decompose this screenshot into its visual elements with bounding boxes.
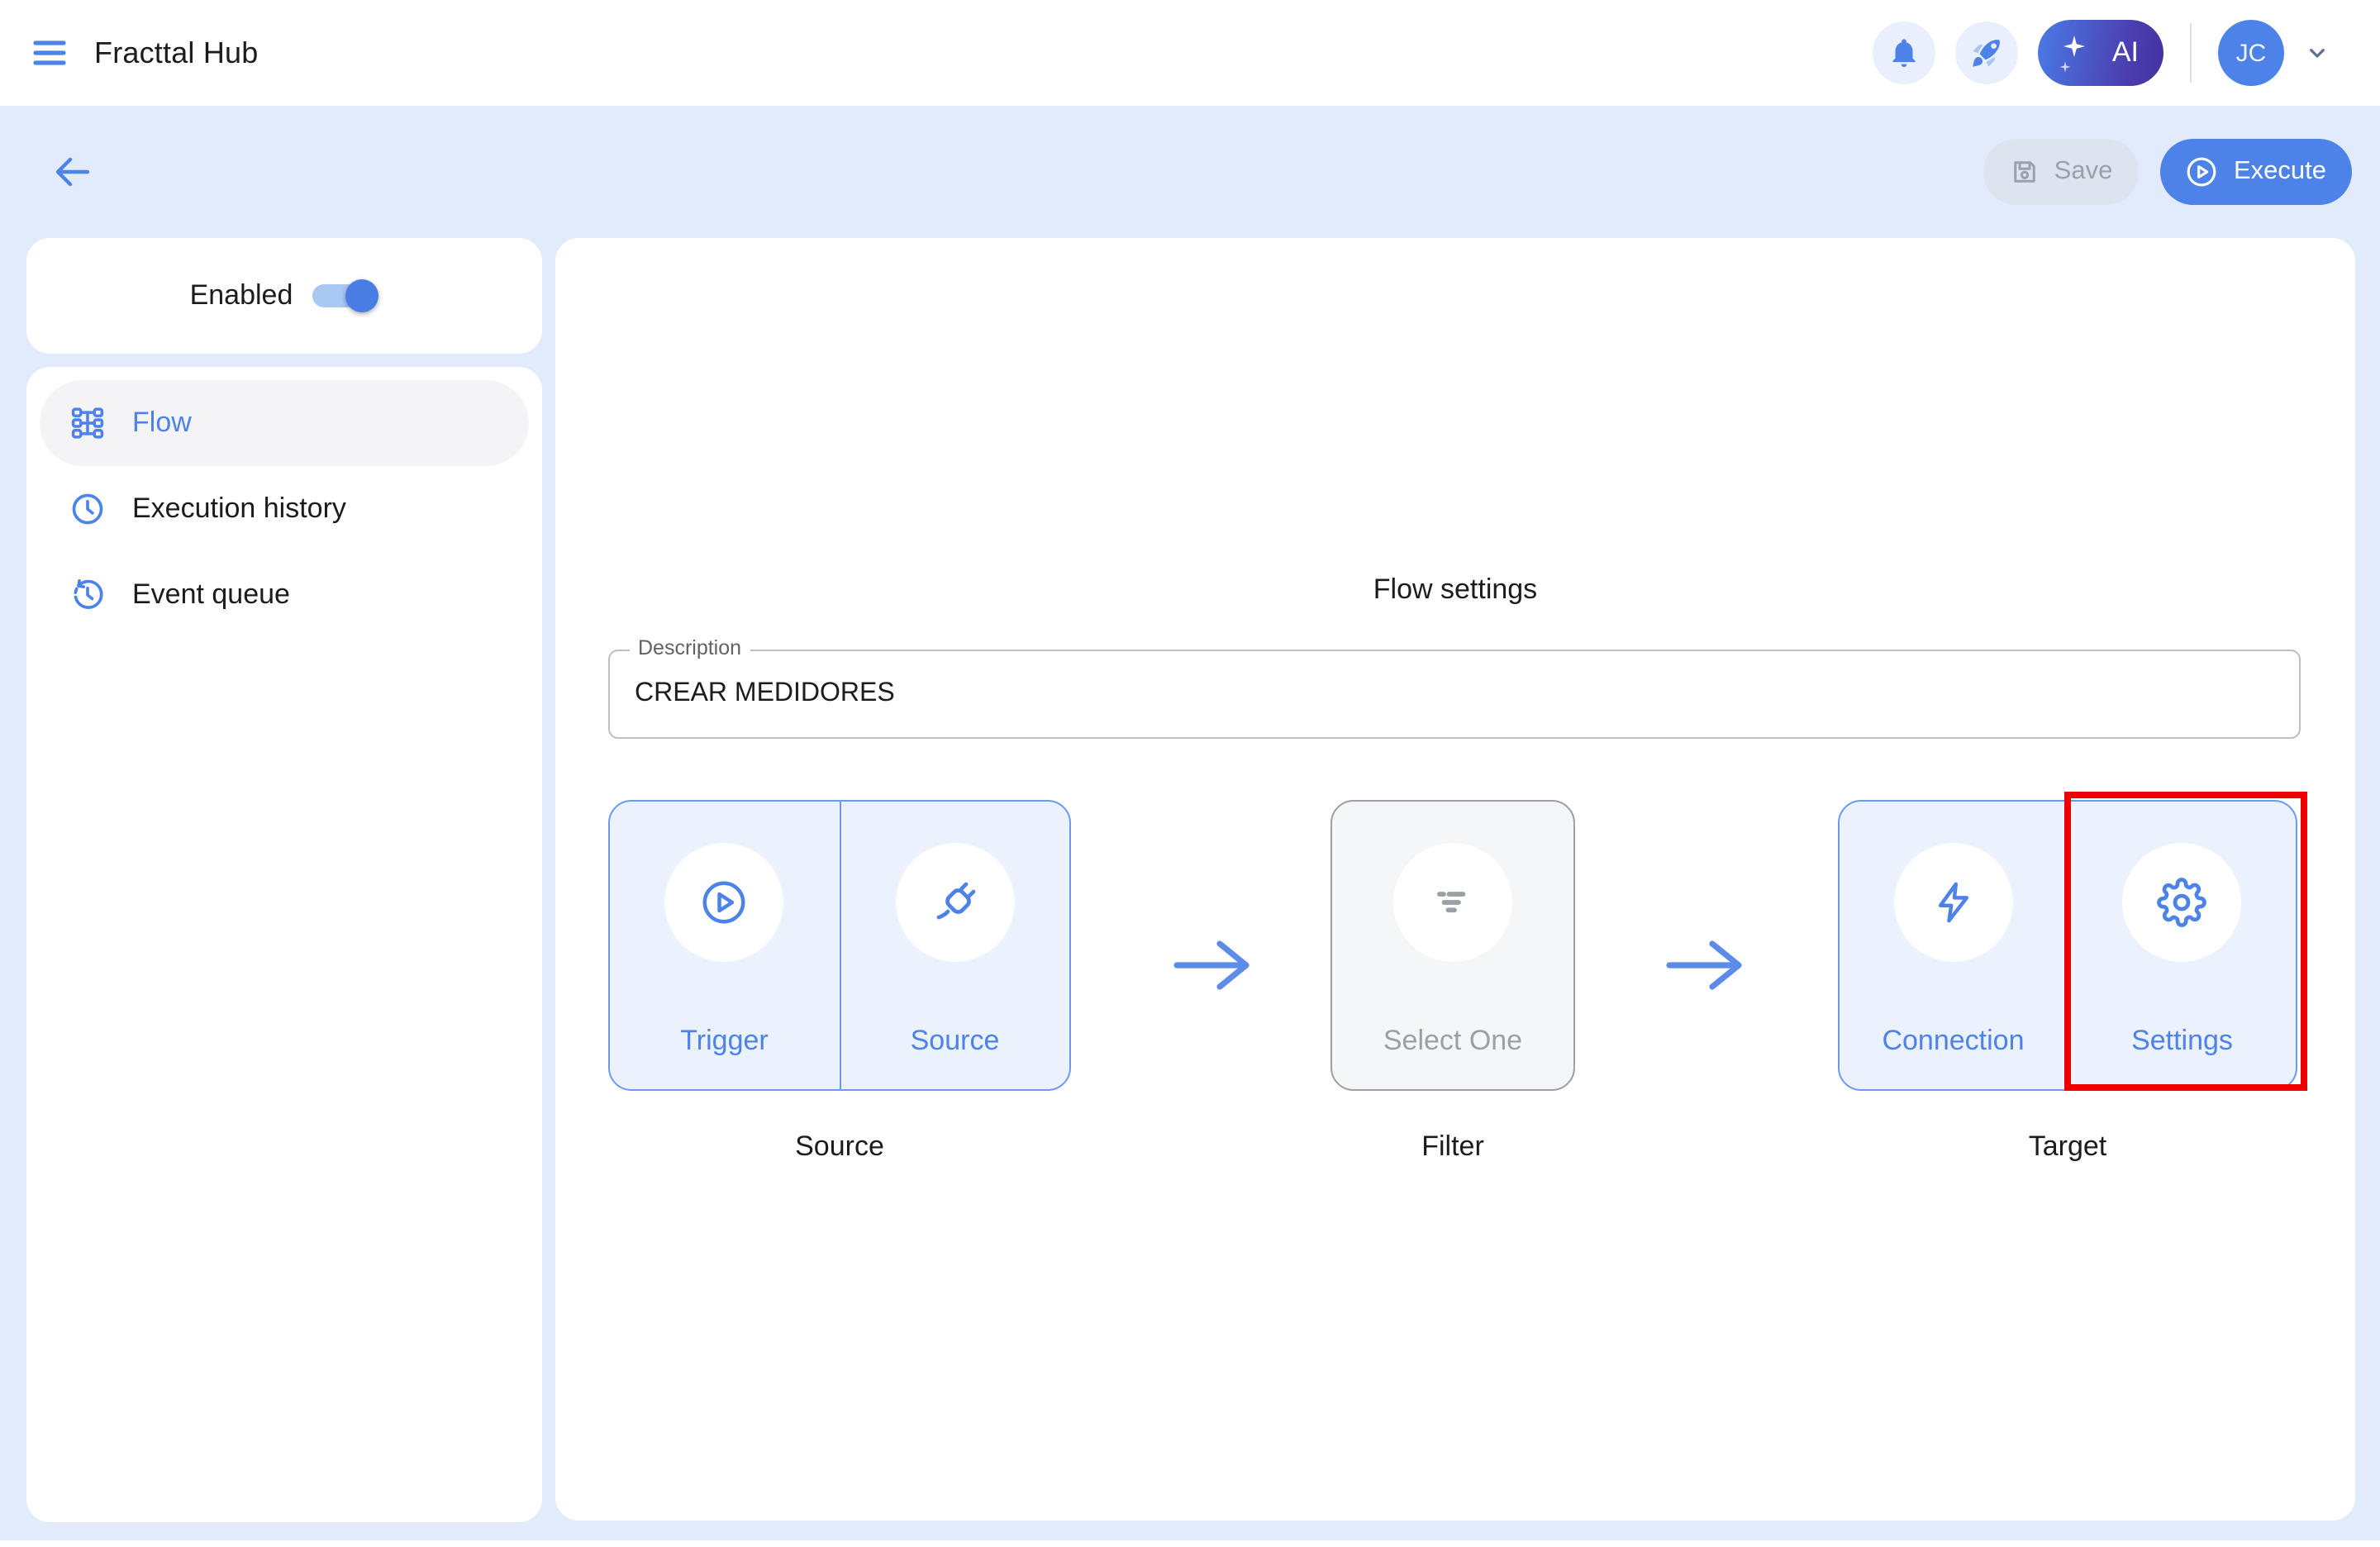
execute-label: Execute (2234, 157, 2326, 187)
sidebar-item-label: Event queue (132, 578, 290, 612)
workspace: Save Execute Enabled (0, 106, 2380, 1540)
arrow-left-icon (55, 157, 91, 187)
description-input[interactable] (610, 651, 2299, 737)
filter-step[interactable]: Select One (1332, 802, 1573, 1089)
sidebar-item-label: Flow (132, 407, 192, 440)
sparkle-icon (2063, 35, 2086, 58)
flow-icon (69, 405, 106, 441)
step-icon-circle (1393, 843, 1512, 962)
gear-icon (2158, 878, 2207, 927)
header-divider (2190, 23, 2192, 83)
ai-assistant-button[interactable]: AI (2038, 20, 2163, 86)
step-icon-circle (665, 843, 784, 962)
group-caption: Filter (1330, 1130, 1575, 1164)
menu-icon[interactable] (30, 33, 69, 73)
execute-button[interactable]: Execute (2160, 139, 2352, 205)
filter-lines-icon (1428, 878, 1478, 927)
sidebar-item-label: Execution history (132, 493, 346, 526)
notifications-button[interactable] (1873, 21, 1935, 84)
settings-step[interactable]: Settings (2067, 802, 2296, 1089)
app-title: Fracttal Hub (94, 36, 258, 70)
sidebar-item-flow[interactable]: Flow (40, 380, 529, 466)
top-bar: Fracttal Hub (0, 0, 2380, 106)
trigger-step[interactable]: Trigger (610, 802, 839, 1089)
save-button[interactable]: Save (1983, 139, 2139, 205)
enabled-card: Enabled (26, 238, 542, 354)
fracttal-hub-app: Fracttal Hub (0, 0, 2380, 1547)
avatar[interactable]: JC (2218, 20, 2284, 86)
header-actions: AI JC (1873, 20, 2330, 86)
history-icon (69, 577, 106, 613)
connection-step[interactable]: Connection (1840, 802, 2067, 1089)
filter-group: Select One Filter (1330, 800, 1575, 1164)
step-icon-circle (1894, 843, 2013, 962)
save-label: Save (2054, 157, 2113, 187)
sidebar-menu: Flow Execution history (26, 367, 542, 1522)
enabled-toggle[interactable] (312, 279, 378, 312)
step-label: Trigger (680, 1025, 768, 1058)
flow-editor-card: Flow settings Description (555, 238, 2355, 1521)
step-label: Source (911, 1025, 1000, 1058)
flow-diagram: Trigger Source Source (555, 800, 2355, 1091)
page-bottom-strip (0, 1540, 2380, 1547)
sidebar-item-execution-history[interactable]: Execution history (40, 466, 529, 552)
bolt-icon (1930, 879, 1977, 926)
whats-new-button[interactable] (1955, 21, 2018, 84)
toggle-thumb (345, 279, 378, 312)
source-step[interactable]: Source (839, 802, 1069, 1089)
step-label: Connection (1882, 1025, 2024, 1058)
description-field: Description (608, 650, 2301, 739)
page-title: Flow settings (555, 574, 2355, 607)
sidebar-item-event-queue[interactable]: Event queue (40, 552, 529, 638)
flow-arrow-icon (1170, 932, 1256, 998)
plug-icon (931, 878, 980, 927)
description-field-label: Description (630, 636, 750, 659)
step-label: Select One (1383, 1025, 1522, 1058)
chevron-down-icon (2304, 40, 2330, 66)
play-circle-icon (2186, 155, 2219, 188)
bell-icon (1887, 36, 1921, 69)
sidebar: Enabled Flow (26, 238, 542, 1522)
flow-arrow-icon (1663, 932, 1749, 998)
enabled-label: Enabled (190, 279, 293, 312)
rocket-icon (1970, 36, 2003, 69)
source-group: Trigger Source Source (608, 800, 1071, 1164)
action-bar: Save Execute (1983, 139, 2352, 205)
group-caption: Target (1838, 1130, 2297, 1164)
back-button[interactable] (50, 149, 96, 195)
target-group: Connection Settings (1838, 800, 2297, 1164)
step-label: Settings (2131, 1025, 2233, 1058)
group-caption: Source (608, 1130, 1071, 1164)
ai-label: AI (2112, 36, 2139, 69)
sparkle-small-icon (2059, 61, 2071, 73)
step-icon-circle (2123, 843, 2242, 962)
account-menu-button[interactable] (2304, 40, 2330, 66)
save-icon (2010, 157, 2040, 187)
step-icon-circle (896, 843, 1015, 962)
play-circle-icon (700, 878, 750, 927)
clock-icon (69, 491, 106, 527)
